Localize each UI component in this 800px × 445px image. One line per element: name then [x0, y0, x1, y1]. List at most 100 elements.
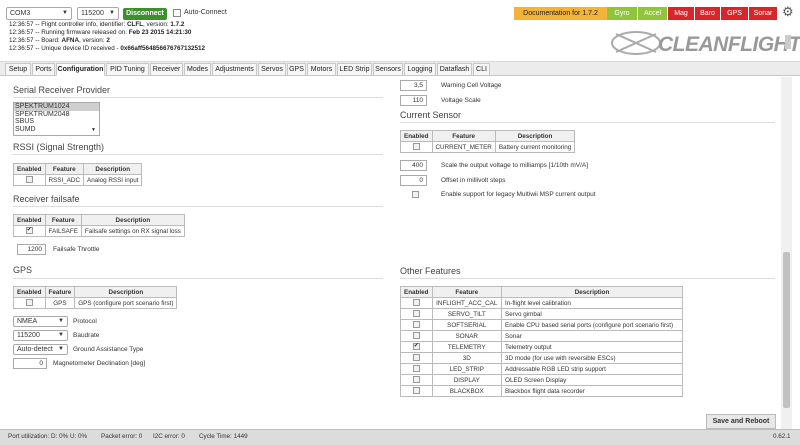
- disconnect-button[interactable]: Disconnect: [123, 8, 167, 20]
- tab-sensors[interactable]: Sensors: [373, 63, 403, 76]
- feature-name: CURRENT_METER: [431, 141, 496, 153]
- current-offset-input[interactable]: 0: [400, 175, 427, 186]
- tab-adjustments[interactable]: Adjustments: [212, 63, 257, 76]
- feature-description: Analog RSSI input: [82, 174, 143, 186]
- feature-checkbox[interactable]: ✔: [25, 227, 33, 235]
- enabled-cell: [400, 330, 433, 342]
- feature-description: Enable CPU based serial ports (configure…: [501, 319, 683, 331]
- header: COM3 ▼ 115200 ▼ Disconnect Auto-Connect Do…: [0, 0, 800, 62]
- feature-checkbox[interactable]: [412, 321, 420, 329]
- log-value: 2: [106, 37, 110, 44]
- tab-cli[interactable]: CLI: [473, 63, 490, 76]
- magnetometer-declination-input[interactable]: 0: [13, 358, 47, 369]
- feature-checkbox[interactable]: [412, 143, 420, 151]
- sensor-gps: GPS: [721, 7, 748, 20]
- enabled-cell: [400, 297, 433, 309]
- feature-description: Servo gimbal: [501, 308, 683, 320]
- chevron-down-icon: ▼: [58, 318, 64, 324]
- log-text: 12:36:57 -- Unique device ID received -: [9, 45, 121, 52]
- save-and-reboot-button[interactable]: Save and Reboot: [706, 414, 776, 429]
- table-row: 3D 3D mode (for use with reversible ESCs): [400, 352, 683, 364]
- warning-cell-voltage-input[interactable]: 3,5: [400, 80, 427, 91]
- log-line: 12:36:57 -- Unique device ID received - …: [9, 45, 609, 53]
- voltage-scale-input[interactable]: 110: [400, 95, 427, 106]
- column-header: Description: [80, 214, 185, 226]
- feature-description: In-flight level calibration: [501, 297, 683, 309]
- failsafe-throttle-input[interactable]: 1200: [17, 244, 46, 255]
- feature-checkbox[interactable]: [412, 376, 420, 384]
- feature-checkbox[interactable]: [412, 299, 420, 307]
- serial-rx-option[interactable]: SBUS: [14, 118, 99, 126]
- serial-rx-option[interactable]: SPEKTRUM2048: [14, 111, 99, 119]
- port-utilization: Port utilization: D: 0% U: 0%: [8, 433, 88, 440]
- divider: [13, 97, 383, 98]
- baud-select[interactable]: 115200 ▼: [77, 7, 119, 20]
- table-row: BLACKBOX Blackbox flight data recorder: [400, 385, 683, 397]
- tab-motors[interactable]: Motors: [307, 63, 336, 76]
- table-header-row: Enabled Feature Description: [400, 286, 683, 298]
- current-scale-input[interactable]: 400: [400, 160, 427, 171]
- column-header: Enabled: [13, 286, 46, 298]
- column-header: Enabled: [13, 163, 46, 175]
- log-text: 12:36:57 -- Flight controller info, iden…: [9, 21, 127, 28]
- tab-dataflash[interactable]: Dataflash: [437, 63, 472, 76]
- gear-icon[interactable]: ⚙: [782, 4, 794, 20]
- feature-name: INFLIGHT_ACC_CAL: [431, 297, 503, 309]
- protocol-value: NMEA: [17, 318, 38, 325]
- rssi-table: Enabled Feature Description RSSI_ADC Analog …: [13, 163, 143, 186]
- feature-checkbox[interactable]: [25, 176, 33, 184]
- tab-ports[interactable]: Ports: [32, 63, 55, 76]
- feature-checkbox[interactable]: [412, 310, 420, 318]
- enabled-cell: [13, 297, 46, 309]
- feature-checkbox[interactable]: ✔: [412, 343, 420, 351]
- tab-gps[interactable]: GPS: [287, 63, 306, 76]
- configuration-panel: Serial Receiver Provider SPEKTRUM1024 SPE…: [0, 77, 800, 429]
- feature-name: RSSI_ADC: [44, 174, 84, 186]
- feature-checkbox[interactable]: [412, 354, 420, 362]
- chevron-down-icon: ▼: [62, 10, 68, 16]
- gps-table: Enabled Feature Description GPS GPS (configu…: [13, 286, 178, 309]
- current-sensor-table: Enabled Feature Description CURRENT_METER Ba…: [400, 130, 576, 153]
- ground-assistance-select[interactable]: Auto-detect ▼: [13, 344, 68, 355]
- feature-checkbox[interactable]: [412, 332, 420, 340]
- divider: [400, 278, 775, 279]
- tab-servos[interactable]: Servos: [258, 63, 286, 76]
- serial-rx-option[interactable]: SUMD: [14, 126, 99, 134]
- enabled-cell: [13, 174, 46, 186]
- divider: [400, 122, 775, 123]
- column-header: Description: [501, 286, 683, 298]
- feature-checkbox[interactable]: [25, 299, 33, 307]
- feature-checkbox[interactable]: [412, 365, 420, 373]
- legacy-msp-checkbox[interactable]: [412, 191, 419, 198]
- auto-connect-checkbox[interactable]: [173, 9, 181, 17]
- tab-setup[interactable]: Setup: [5, 63, 31, 76]
- feature-description: Blackbox flight data recorder: [501, 385, 683, 397]
- table-row: INFLIGHT_ACC_CAL In-flight level calibrat…: [400, 297, 683, 309]
- baud-value: 115200: [81, 10, 104, 17]
- tab-pid-tuning[interactable]: PID Tuning: [106, 63, 149, 76]
- enabled-cell: [400, 141, 433, 153]
- tab-receiver[interactable]: Receiver: [150, 63, 183, 76]
- tab-logging[interactable]: Logging: [404, 63, 436, 76]
- feature-name: GPS: [44, 297, 76, 309]
- serial-rx-listbox[interactable]: SPEKTRUM1024 SPEKTRUM2048 SBUS SUMD: [13, 102, 100, 136]
- current-scale-label: Scale the output voltage to milliamps [1…: [441, 162, 589, 169]
- log-text: , version:: [79, 37, 107, 44]
- enabled-cell: [400, 319, 433, 331]
- tab-configuration[interactable]: Configuration: [56, 63, 105, 76]
- enabled-cell: ✔: [13, 225, 46, 237]
- tab-modes[interactable]: Modes: [184, 63, 211, 76]
- protocol-select[interactable]: NMEA ▼: [13, 316, 68, 327]
- table-row: ✔ TELEMETRY Telemetry output: [400, 341, 683, 353]
- feature-checkbox[interactable]: [412, 387, 420, 395]
- tab-led-strip[interactable]: LED Strip: [337, 63, 372, 76]
- documentation-link[interactable]: Documentation for 1.7.2: [514, 7, 607, 20]
- baudrate-select[interactable]: 115200 ▼: [13, 330, 68, 341]
- other-features-table: Enabled Feature Description INFLIGHT_ACC_CA…: [400, 286, 683, 397]
- port-select[interactable]: COM3 ▼: [6, 7, 72, 20]
- content-scrollbar-thumb[interactable]: [783, 252, 790, 408]
- serial-rx-option[interactable]: SPEKTRUM1024: [14, 103, 99, 111]
- feature-description: Sonar: [501, 330, 683, 342]
- log-scrollbar[interactable]: [785, 35, 791, 49]
- feature-name: 3D: [431, 352, 503, 364]
